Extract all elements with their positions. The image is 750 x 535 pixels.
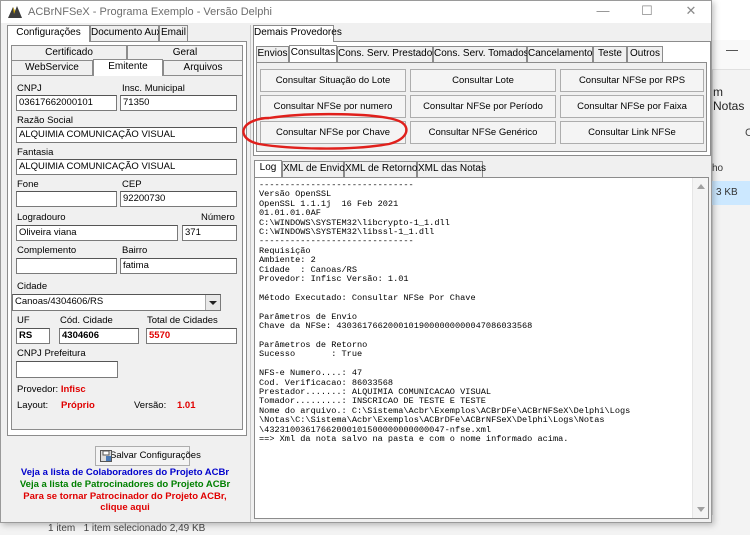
tab-xml-envio[interactable]: XML de Envio	[282, 161, 345, 177]
scroll-up-icon[interactable]	[697, 184, 705, 189]
versao-label: Versão:	[134, 400, 167, 411]
numero-label: Número	[201, 212, 235, 223]
tab-xml-notas[interactable]: XML das Notas	[417, 161, 486, 177]
insc-municipal-label: Insc. Municipal	[122, 83, 185, 94]
tab-webservice[interactable]: WebService	[11, 60, 93, 76]
insc-municipal-field[interactable]: 71350	[120, 95, 237, 111]
cnpj-label: CNPJ	[17, 83, 42, 94]
highlight-circle-annotation	[242, 112, 408, 150]
window-title: ACBrNFSeX - Programa Exemplo - Versão De…	[28, 6, 272, 18]
main-window: ACBrNFSeX - Programa Exemplo - Versão De…	[0, 0, 712, 523]
log-scrollbar[interactable]	[692, 178, 708, 518]
maximize-button[interactable]: ☐	[627, 1, 667, 23]
tab-envios[interactable]: Envios	[256, 46, 289, 62]
log-text: ------------------------------ Versão Op…	[259, 180, 631, 444]
razao-social-field[interactable]: ALQUIMIA COMUNICAÇÃO VISUAL	[16, 127, 237, 143]
versao-value: 1.01	[177, 400, 196, 411]
tab-teste[interactable]: Teste	[593, 46, 627, 62]
uf-field[interactable]: RS	[16, 328, 50, 344]
complemento-label: Complemento	[17, 245, 77, 256]
patrocinar-link-line1[interactable]: Para se tornar Patrocinador do Projeto A…	[1, 491, 249, 502]
tab-log[interactable]: Log	[254, 160, 282, 177]
tab-xml-retorno[interactable]: XML de Retorno	[344, 161, 417, 177]
consultar-situacao-lote-button[interactable]: Consultar Situação do Lote	[260, 69, 406, 92]
scroll-down-icon[interactable]	[697, 507, 705, 512]
consultar-nfse-faixa-button[interactable]: Consultar NFSe por Faixa	[560, 95, 704, 118]
cidade-dropdown-button[interactable]	[205, 295, 220, 310]
tab-cancelamento[interactable]: Cancelamento	[527, 46, 593, 62]
cnpj-prefeitura-label: CNPJ Prefeitura	[17, 348, 86, 359]
cod-cidade-field[interactable]: 4304606	[59, 328, 139, 344]
background-path-text: m Notas	[713, 85, 745, 113]
numero-field[interactable]: 371	[182, 225, 237, 241]
total-cidades-field[interactable]: 5570	[146, 328, 237, 344]
layout-label: Layout:	[17, 400, 49, 411]
tab-emitente[interactable]: Emitente	[93, 59, 163, 76]
logradouro-label: Logradouro	[17, 212, 66, 223]
tab-email[interactable]: Email	[159, 25, 188, 41]
consultar-link-nfse-button[interactable]: Consultar Link NFSe	[560, 121, 704, 144]
cnpj-field[interactable]: 03617662000101	[16, 95, 117, 111]
bairro-field[interactable]: fatima	[120, 258, 237, 274]
tab-documento-auxiliar[interactable]: Documento Auxiliar	[90, 25, 177, 41]
save-settings-icon	[100, 450, 112, 462]
fantasia-field[interactable]: ALQUIMIA COMUNICAÇÃO VISUAL	[16, 159, 237, 175]
background-column-text: C	[745, 127, 750, 139]
fantasia-label: Fantasia	[17, 147, 54, 158]
total-cidades-label: Total de Cidades	[147, 315, 218, 326]
tab-consultas[interactable]: Consultas	[289, 45, 337, 62]
patrocinadores-link[interactable]: Veja a lista de Patrocinadores do Projet…	[1, 479, 249, 490]
cod-cidade-label: Cód. Cidade	[60, 315, 113, 326]
background-tab	[712, 40, 750, 70]
tab-outros[interactable]: Outros	[627, 46, 663, 62]
log-memo[interactable]: ------------------------------ Versão Op…	[254, 177, 709, 519]
uf-label: UF	[17, 315, 30, 326]
layout-value: Próprio	[61, 400, 95, 411]
cnpj-prefeitura-field[interactable]	[16, 361, 118, 378]
cep-field[interactable]: 92200730	[120, 191, 237, 207]
minimize-icon	[726, 50, 738, 51]
save-config-button[interactable]: Salvar Configurações	[95, 446, 201, 466]
background-window	[712, 40, 750, 535]
tab-configuracoes[interactable]: Configurações	[7, 25, 90, 42]
colaboradores-link[interactable]: Veja a lista de Colaboradores do Projeto…	[1, 467, 249, 478]
provedor-label: Provedor:	[17, 384, 59, 395]
fone-field[interactable]	[16, 191, 117, 207]
save-config-label: Salvar Configurações	[110, 450, 201, 461]
patrocinar-link-line2[interactable]: clique aqui	[1, 502, 249, 513]
background-status-text: 1 item 1 item selecionado 2,49 KB	[48, 523, 206, 534]
chevron-down-icon	[209, 301, 217, 305]
cep-label: CEP	[122, 179, 142, 190]
bairro-label: Bairro	[122, 245, 148, 256]
tab-arquivos[interactable]: Arquivos	[163, 60, 243, 76]
tab-cons-serv-tomados[interactable]: Cons. Serv. Tomados	[433, 46, 529, 62]
app-logo-icon	[8, 6, 22, 18]
consultar-nfse-generico-button[interactable]: Consultar NFSe Genérico	[410, 121, 556, 144]
splitter[interactable]	[250, 25, 251, 522]
title-bar[interactable]: ACBrNFSeX - Programa Exemplo - Versão De…	[1, 1, 711, 23]
tab-cons-serv-prestados[interactable]: Cons. Serv. Prestados	[337, 46, 437, 62]
cidade-select[interactable]: Canoas/4304606/RS	[12, 294, 221, 311]
consultar-lote-button[interactable]: Consultar Lote	[410, 69, 556, 92]
minimize-button[interactable]: —	[583, 1, 623, 23]
consultar-nfse-periodo-button[interactable]: Consultar NFSe por Período	[410, 95, 556, 118]
background-file-size: 3 KB	[716, 187, 738, 198]
provedor-row: Provedor: Infisc	[17, 384, 86, 395]
consultar-nfse-rps-button[interactable]: Consultar NFSe por RPS	[560, 69, 704, 92]
logradouro-field[interactable]: Oliveira viana	[16, 225, 178, 241]
fone-label: Fone	[17, 179, 39, 190]
complemento-field[interactable]	[16, 258, 117, 274]
background-column-header: ho	[712, 163, 724, 174]
provedor-value: Infisc	[60, 384, 86, 395]
razao-social-label: Razão Social	[17, 115, 73, 126]
close-button[interactable]: ✕	[671, 1, 711, 23]
tab-demais-provedores[interactable]: Demais Provedores	[253, 25, 342, 42]
cidade-label: Cidade	[17, 281, 48, 292]
